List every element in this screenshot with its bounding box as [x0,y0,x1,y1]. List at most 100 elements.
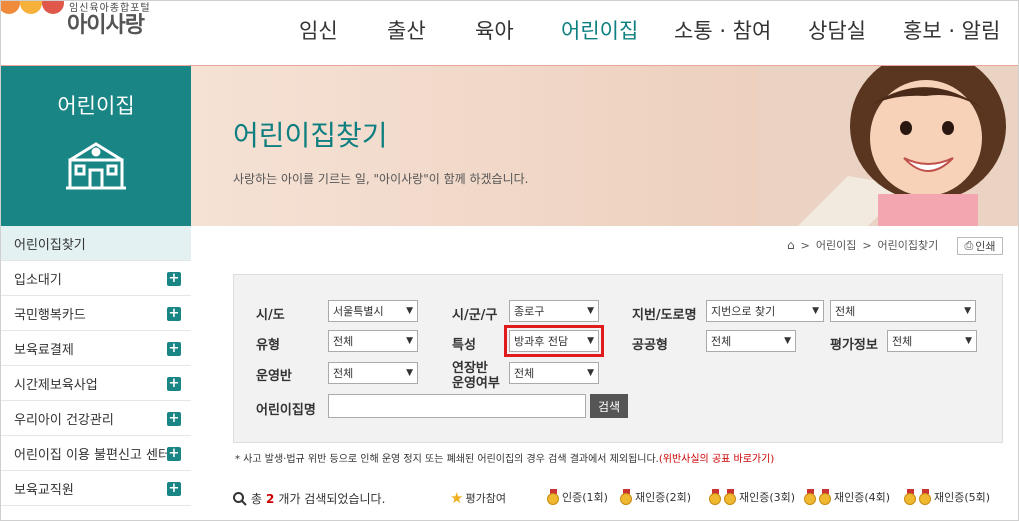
breadcrumb: ⌂ > 어린이집 > 어린이집찾기 [787,237,938,253]
sidebar-item-label: 보육료결제 [14,342,74,358]
plus-icon[interactable]: + [167,447,181,461]
chevron-down-icon: ▼ [587,306,594,316]
result-suffix: 개가 검색되었습니다. [278,492,386,506]
breadcrumb-item[interactable]: 어린이집 [816,237,856,253]
star-badge-icon: ★ [450,489,464,507]
sidebar-item-health-care[interactable]: 우리아이 건강관리 + [1,401,191,436]
sigungu-value: 종로구 [514,305,545,318]
search-form: 시/도 서울특별시 ▼ 시/군/구 종로구 ▼ 지번/도로명 지번으로 찾기 ▼ 전체… [233,274,1003,443]
type-label: 유형 [256,338,280,353]
chevron-right-icon: > [862,238,872,252]
sido-value: 서울특별시 [333,305,384,318]
evaluation-value: 전체 [892,335,913,348]
printer-icon: ⎙ [964,239,974,252]
medal-icon [919,489,932,505]
sigungu-select[interactable]: 종로구 ▼ [509,300,599,322]
sidebar-item-label: 국민행복카드 [14,307,86,323]
address-value: 전체 [835,305,856,318]
home-icon[interactable]: ⌂ [787,238,795,252]
page-subtitle: 사랑하는 아이를 기르는 일, "아이사랑"이 함께 하겠습니다. [233,172,529,186]
type-value: 전체 [333,335,354,348]
evaluation-label: 평가정보 [830,338,878,353]
nav-pregnancy[interactable]: 임신 [299,15,338,45]
extended-label-line2: 운영여부 [452,376,500,391]
sido-select[interactable]: 서울특별시 ▼ [328,300,418,322]
address-type-value: 지번으로 찾기 [711,305,776,318]
search-button[interactable]: 검색 [590,394,628,418]
legend-cert-5: 재인증(5회) [904,489,990,505]
print-button[interactable]: ⎙ 인쇄 [957,237,1003,255]
sidebar-item-staff[interactable]: 보육교직원 + [1,471,191,506]
medal-icon [904,489,917,505]
sidebar-item-label: 보육교직원 [14,482,74,498]
nav-promotion[interactable]: 홍보 · 알림 [903,15,1000,45]
nav-daycare[interactable]: 어린이집 [561,15,638,45]
sidebar-item-happiness-card[interactable]: 국민행복카드 + [1,296,191,331]
child-photo [758,66,1018,226]
chevron-down-icon: ▼ [587,336,594,346]
name-label: 어린이집명 [256,403,316,418]
plus-icon[interactable]: + [167,482,181,496]
medal-icon [547,489,560,505]
legend-cert-1: 인증(1회) [547,489,608,505]
page: 임신육아종합포털 아이사랑 임신 출산 육아 어린이집 소통 · 참여 상담실 … [0,0,1019,521]
public-select[interactable]: 전체 ▼ [706,330,796,352]
chevron-down-icon: ▼ [964,306,971,316]
class-select[interactable]: 전체 ▼ [328,362,418,384]
legend-label: 재인증(5회) [934,491,991,504]
page-title: 어린이집찾기 [233,119,388,152]
legend-label: 재인증(4회) [834,491,891,504]
legend-cert-2: 재인증(2회) [620,489,691,505]
nav-birth[interactable]: 출산 [387,15,426,45]
nav-community[interactable]: 소통 · 참여 [674,15,771,45]
notice-text: * 사고 발생·법규 위반 등으로 인해 운영 정지 또는 폐쇄된 어린이집의 … [235,454,659,465]
plus-icon[interactable]: + [167,342,181,356]
legend-label: 재인증(2회) [635,491,692,504]
chevron-right-icon: > [800,238,810,252]
sidebar-item-daycare-search[interactable]: 어린이집찾기 [1,226,191,261]
legend-label: 평가참여 [465,492,506,505]
class-label: 운영반 [256,369,292,384]
plus-icon[interactable]: + [167,412,181,426]
sidebar-header: 어린이집 [1,66,191,226]
chevron-down-icon: ▼ [784,336,791,346]
chevron-down-icon: ▼ [406,368,413,378]
result-count: 2 [266,491,275,506]
sidebar-item-label: 시간제보육사업 [14,377,98,393]
sidebar-title: 어린이집 [57,94,135,118]
chevron-down-icon: ▼ [965,336,972,346]
address-select[interactable]: 전체 ▼ [830,300,976,322]
medal-icon [819,489,832,505]
page-banner: 어린이집찾기 사랑하는 아이를 기르는 일, "아이사랑"이 함께 하겠습니다. [191,66,1018,226]
plus-icon[interactable]: + [167,272,181,286]
breadcrumb-item[interactable]: 어린이집찾기 [878,237,939,253]
extended-select[interactable]: 전체 ▼ [509,362,599,384]
evaluation-select[interactable]: 전체 ▼ [887,330,977,352]
sidebar-item-complaint-center[interactable]: 어린이집 이용 불편신고 센터 + [1,436,191,471]
address-type-select[interactable]: 지번으로 찾기 ▼ [706,300,824,322]
sidebar-item-admission-wait[interactable]: 입소대기 + [1,261,191,296]
print-label: 인쇄 [975,240,996,253]
extended-value: 전체 [514,367,535,380]
feature-select[interactable]: 방과후 전담 ▼ [504,325,604,357]
nav-childcare[interactable]: 육아 [475,15,514,45]
sidebar-item-label: 어린이집 이용 불편신고 센터 [14,447,170,463]
sidebar-item-hourly-care[interactable]: 시간제보육사업 + [1,366,191,401]
violation-link[interactable]: (위반사실의 공표 바로가기) [659,454,774,465]
address-label: 지번/도로명 [632,308,697,323]
medal-icon [724,489,737,505]
plus-icon[interactable]: + [167,377,181,391]
plus-icon[interactable]: + [167,307,181,321]
sidebar-item-label: 입소대기 [14,272,62,288]
sidebar-menu: 어린이집찾기 입소대기 + 국민행복카드 + 보육료결제 + 시간제보육사업 + 우리아… [1,226,191,506]
chevron-down-icon: ▼ [406,306,413,316]
daycare-name-input[interactable] [328,394,586,418]
public-label: 공공형 [632,338,668,353]
feature-value: 방과후 전담 [514,335,569,348]
sidebar-item-fee-payment[interactable]: 보육료결제 + [1,331,191,366]
legend-cert-4: 재인증(4회) [804,489,890,505]
medal-icon [804,489,817,505]
type-select[interactable]: 전체 ▼ [328,330,418,352]
nav-counseling[interactable]: 상담실 [808,15,866,45]
public-value: 전체 [711,335,732,348]
